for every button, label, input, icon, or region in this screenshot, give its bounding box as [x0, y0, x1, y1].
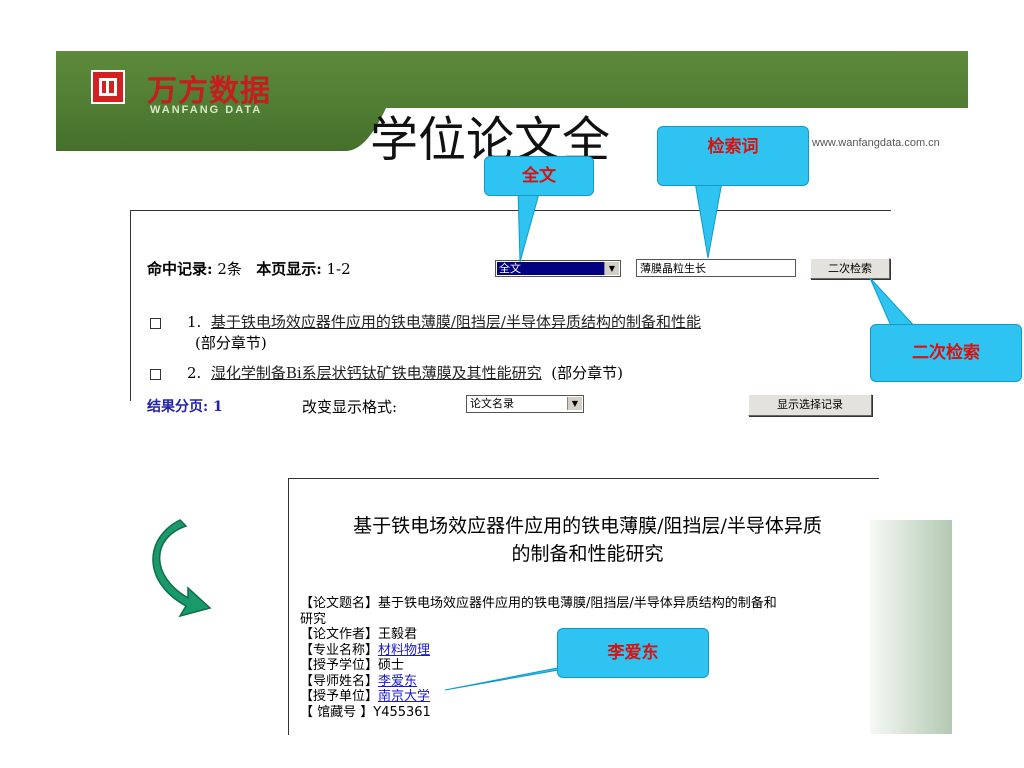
callout-pointers: [444, 181, 919, 691]
callout-fulltext: 全文: [484, 156, 594, 196]
callout-second-search: 二次检索: [870, 324, 1022, 382]
pointer-keyword: [694, 181, 723, 259]
callout-advisor: 李爱东: [557, 628, 709, 678]
callout-keyword: 检索词: [657, 126, 809, 186]
pointer-fulltext: [517, 189, 541, 263]
